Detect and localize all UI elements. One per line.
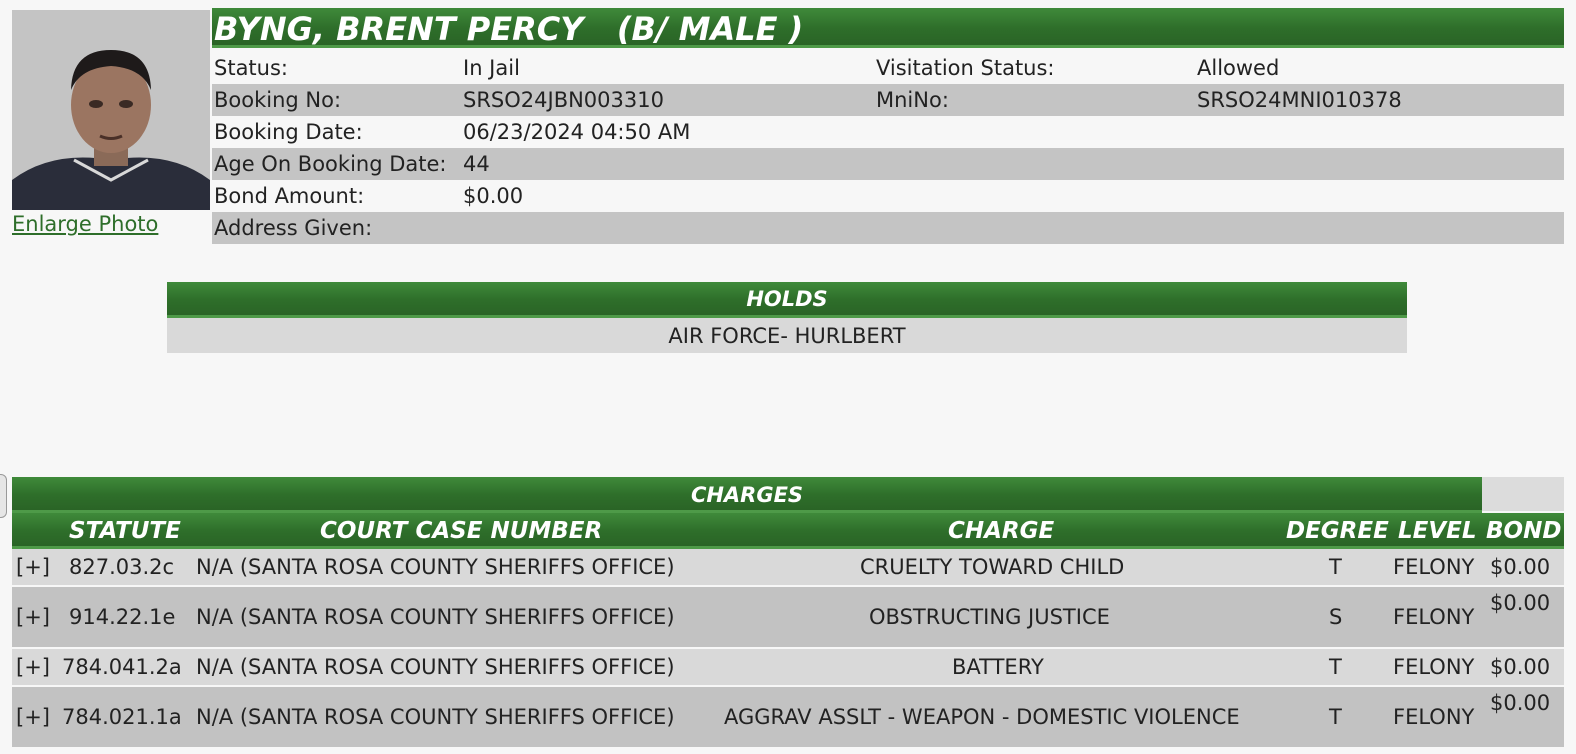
charge-court-case: N/A (SANTA ROSA COUNTY SHERIFFS OFFICE) [196, 555, 675, 579]
charge-row: [+] 784.041.2a N/A (SANTA ROSA COUNTY SH… [12, 649, 1564, 685]
info-row-status: Status: In Jail Visitation Status: Allow… [212, 52, 1564, 84]
column-statute: STATUTE [69, 518, 181, 544]
charge-degree: T [1329, 655, 1342, 679]
hold-item: AIR FORCE- HURLBERT [167, 318, 1407, 353]
address-label: Address Given: [214, 216, 373, 240]
charge-description: OBSTRUCTING JUSTICE [869, 605, 1110, 629]
status-label: Status: [214, 56, 288, 80]
charge-bond: $0.00 [1490, 591, 1551, 615]
expand-toggle[interactable]: [+] [16, 555, 50, 579]
charge-description: CRUELTY TOWARD CHILD [860, 555, 1125, 579]
charge-bond: $0.00 [1490, 555, 1551, 579]
charges-header: CHARGES [12, 477, 1482, 513]
column-bond: BOND [1486, 518, 1562, 544]
expand-toggle[interactable]: [+] [16, 605, 50, 629]
charge-court-case: N/A (SANTA ROSA COUNTY SHERIFFS OFFICE) [196, 605, 675, 629]
booking-no-value: SRSO24JBN003310 [463, 88, 664, 112]
charge-bond: $0.00 [1490, 655, 1551, 679]
info-row-address: Address Given: [212, 212, 1564, 244]
charges-header-filler [1482, 477, 1564, 511]
age-value: 44 [463, 152, 490, 176]
charge-statute: 914.22.1e [69, 605, 176, 629]
side-scroll-tab[interactable] [0, 474, 7, 518]
visitation-status-label: Visitation Status: [876, 56, 1055, 80]
charge-level: FELONY [1393, 555, 1475, 579]
charge-level: FELONY [1393, 655, 1475, 679]
charge-degree: T [1329, 555, 1342, 579]
info-row-age: Age On Booking Date: 44 [212, 148, 1564, 180]
mnino-value: SRSO24MNI010378 [1197, 88, 1402, 112]
charge-degree: S [1329, 605, 1343, 629]
expand-toggle[interactable]: [+] [16, 705, 50, 729]
charge-statute: 784.041.2a [62, 655, 182, 679]
charges-column-headers: STATUTE COURT CASE NUMBER CHARGE DEGREE … [12, 513, 1564, 549]
status-value: In Jail [463, 56, 520, 80]
bond-amount-label: Bond Amount: [214, 184, 365, 208]
expand-toggle[interactable]: [+] [16, 655, 50, 679]
charge-description: BATTERY [952, 655, 1044, 679]
info-row-booking-date: Booking Date: 06/23/2024 04:50 AM [212, 116, 1564, 148]
charge-level: FELONY [1393, 705, 1475, 729]
visitation-status-value: Allowed [1197, 56, 1280, 80]
charge-row: [+] 827.03.2c N/A (SANTA ROSA COUNTY SHE… [12, 549, 1564, 585]
charge-statute: 784.021.1a [62, 705, 182, 729]
charge-row: [+] 784.021.1a N/A (SANTA ROSA COUNTY SH… [12, 687, 1564, 747]
inmate-photo[interactable] [12, 10, 210, 210]
charge-row: [+] 914.22.1e N/A (SANTA ROSA COUNTY SHE… [12, 587, 1564, 647]
charge-description: AGGRAV ASSLT - WEAPON - DOMESTIC VIOLENC… [724, 705, 1240, 729]
column-degree: DEGREE [1286, 518, 1389, 544]
holds-header: HOLDS [167, 282, 1407, 318]
charge-degree: T [1329, 705, 1342, 729]
charge-level: FELONY [1393, 605, 1475, 629]
booking-date-value: 06/23/2024 04:50 AM [463, 120, 691, 144]
column-charge: CHARGE [948, 518, 1055, 544]
info-row-booking-no: Booking No: SRSO24JBN003310 MniNo: SRSO2… [212, 84, 1564, 116]
charge-court-case: N/A (SANTA ROSA COUNTY SHERIFFS OFFICE) [196, 655, 675, 679]
enlarge-photo-link[interactable]: Enlarge Photo [12, 212, 158, 236]
charge-bond: $0.00 [1490, 691, 1551, 715]
column-level: LEVEL [1398, 518, 1477, 544]
age-label: Age On Booking Date: [214, 152, 447, 176]
booking-no-label: Booking No: [214, 88, 342, 112]
inmate-name-header: BYNG, BRENT PERCY (B/ MALE ) [212, 8, 1564, 48]
charge-court-case: N/A (SANTA ROSA COUNTY SHERIFFS OFFICE) [196, 705, 675, 729]
bond-amount-value: $0.00 [463, 184, 524, 208]
mnino-label: MniNo: [876, 88, 949, 112]
mugshot-image [12, 10, 210, 210]
info-row-bond: Bond Amount: $0.00 [212, 180, 1564, 212]
column-court-case-number: COURT CASE NUMBER [320, 518, 603, 544]
booking-date-label: Booking Date: [214, 120, 363, 144]
charge-statute: 827.03.2c [69, 555, 175, 579]
